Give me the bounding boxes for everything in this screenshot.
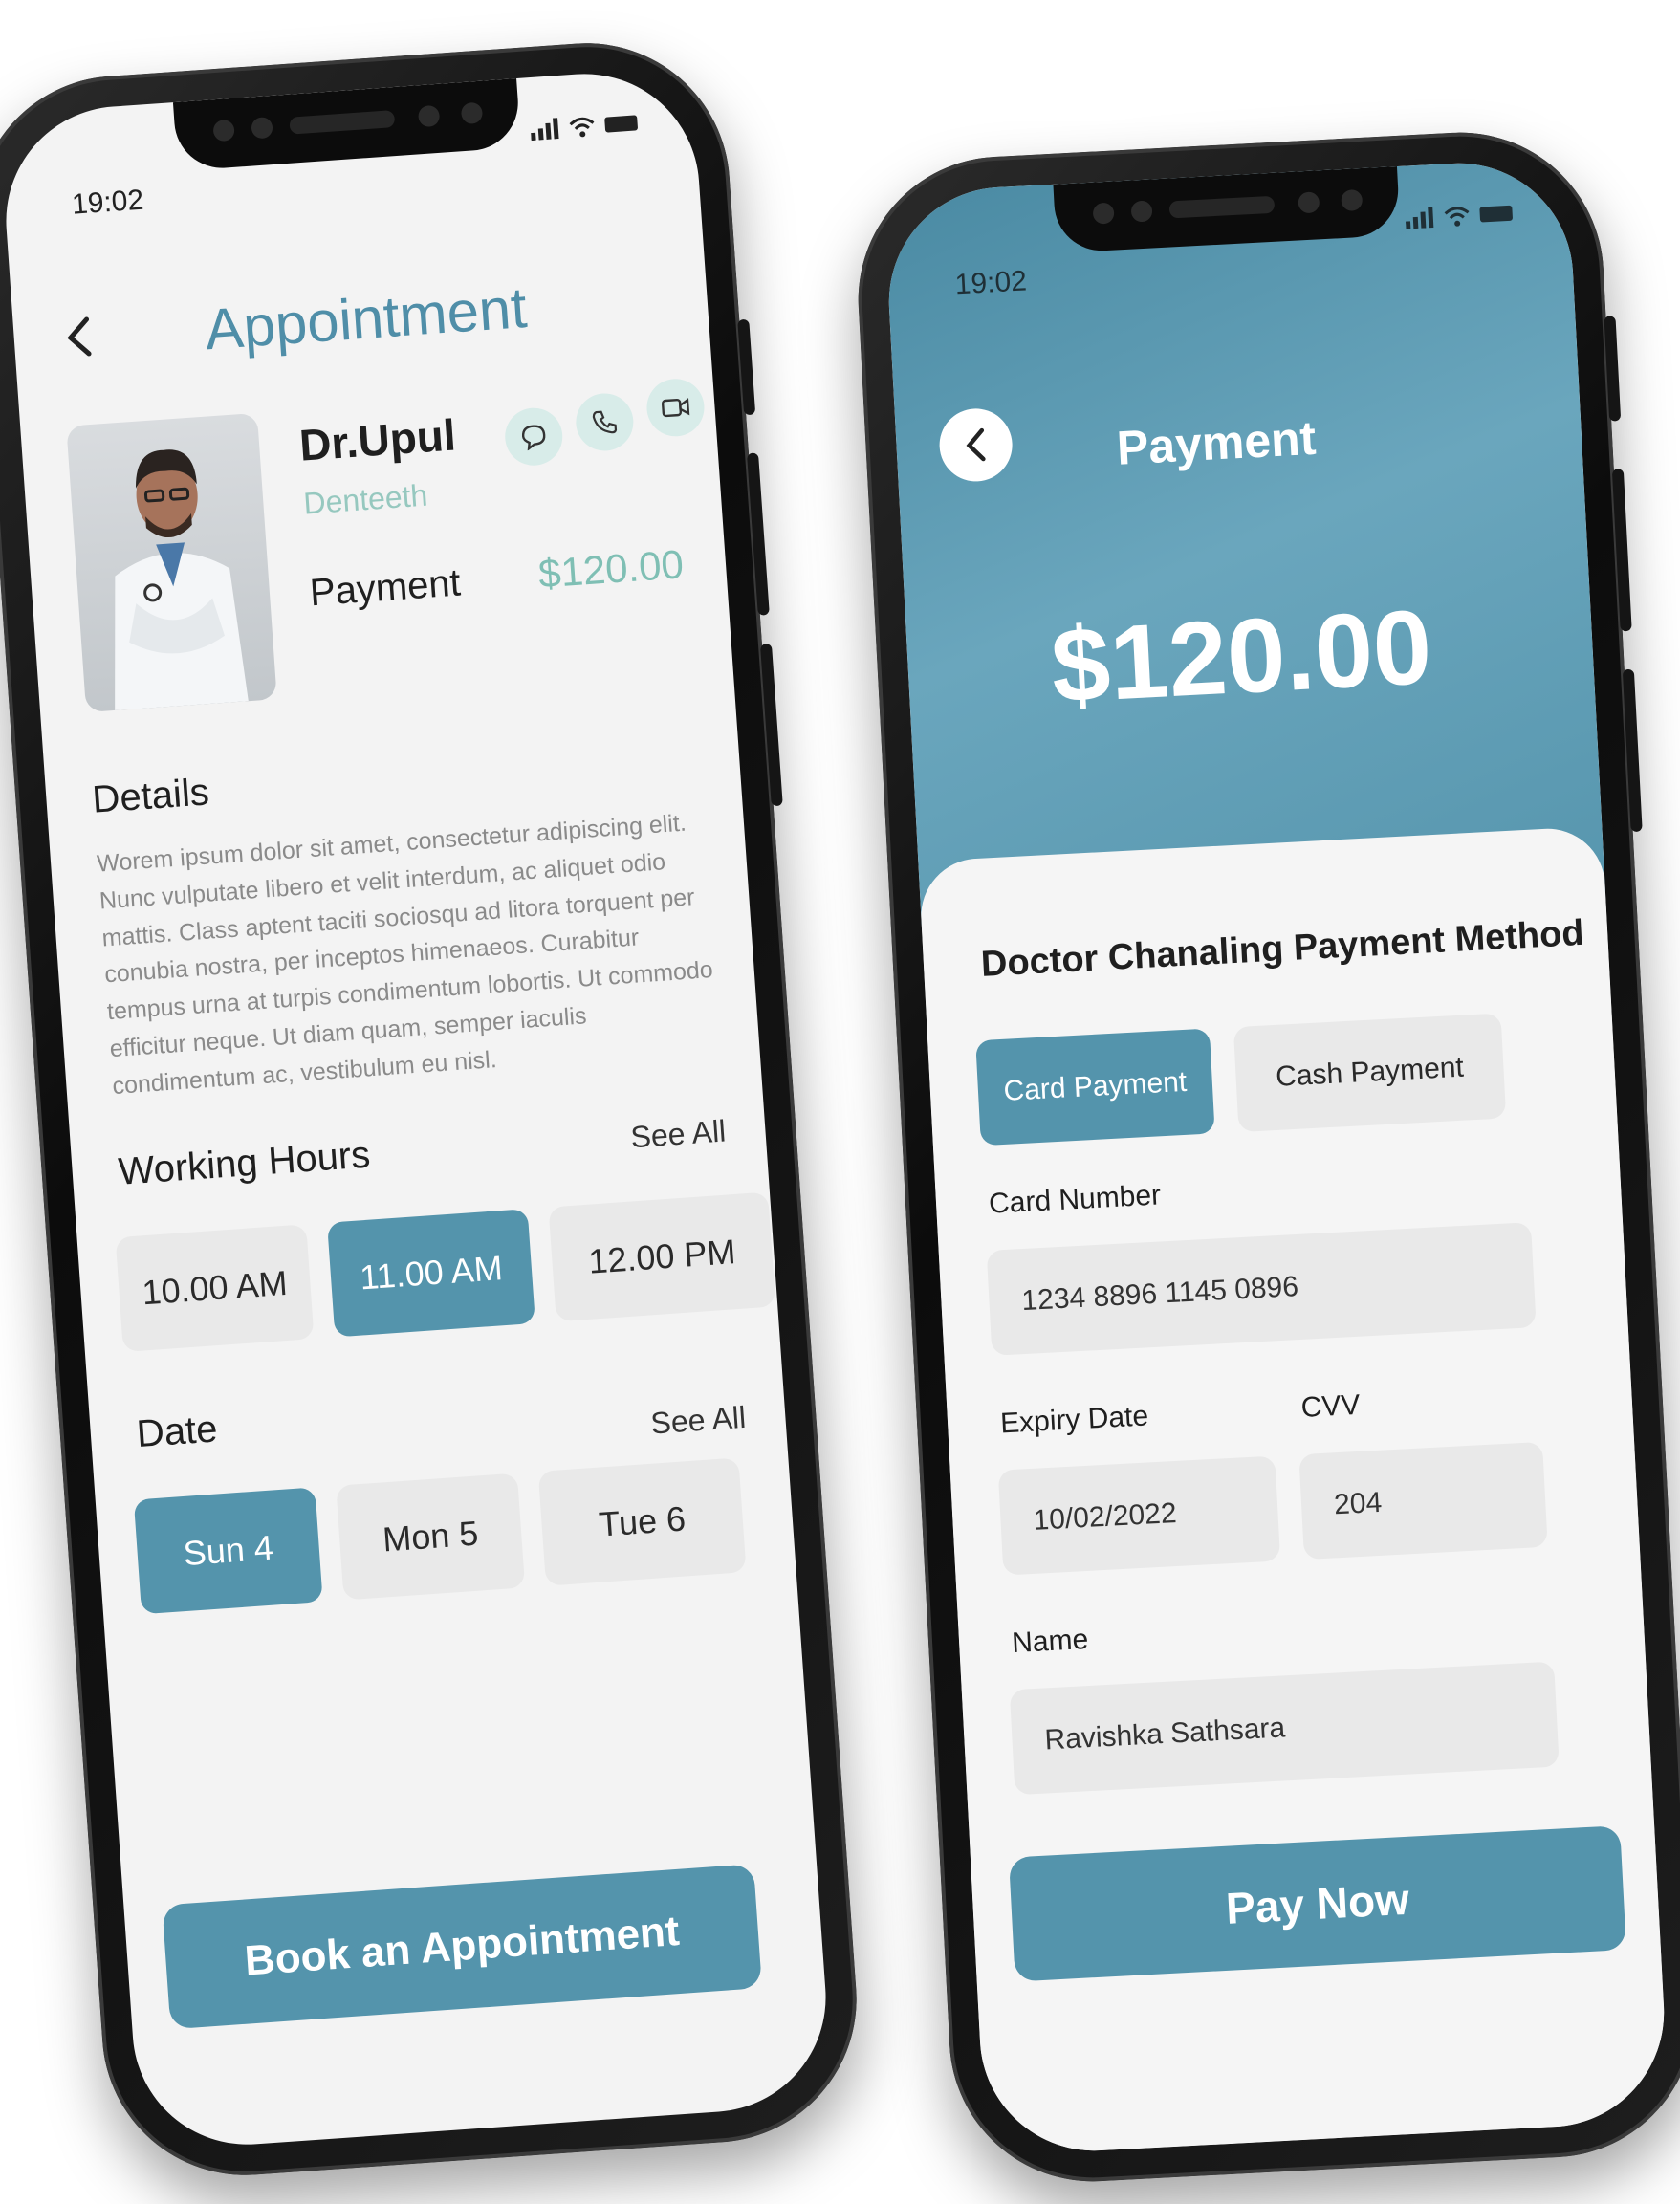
details-text: Worem ipsum dolor sit amet, consectetur … — [96, 809, 714, 1100]
status-time: 19:02 — [71, 184, 145, 221]
page-title: Payment — [1115, 410, 1318, 475]
signal-icon — [1405, 207, 1434, 229]
payment-phone: 19:02 Payment $120.00 Doctor Chanaling P… — [851, 125, 1680, 2189]
chat-icon — [521, 425, 546, 451]
earpiece-speaker — [289, 110, 396, 135]
appointment-screen: 19:02 Appointment Dr.Upul Denteeth Payme… — [0, 66, 834, 2152]
payment-total-amount: $120.00 — [1048, 587, 1435, 726]
card-payment-tab-selected[interactable]: Card Payment — [975, 1028, 1215, 1146]
chat-button[interactable] — [503, 405, 565, 468]
video-icon — [661, 398, 690, 418]
battery-icon — [1479, 205, 1514, 223]
pay-now-button[interactable]: Pay Now — [1008, 1825, 1626, 1982]
front-sensor — [251, 116, 273, 140]
front-camera — [1092, 202, 1115, 225]
card-number-input[interactable] — [986, 1222, 1537, 1356]
front-sensor — [460, 101, 484, 125]
payment-method-heading: Doctor Chanaling Payment Method — [979, 912, 1585, 985]
date-chip-sun-selected[interactable]: Sun 4 — [133, 1487, 323, 1615]
status-icons — [1405, 203, 1514, 229]
working-hours-heading: Working Hours — [117, 1133, 372, 1193]
front-sensor — [1298, 191, 1320, 214]
payment-amount: $120.00 — [536, 541, 686, 597]
phone-side-button — [759, 643, 783, 807]
phone-icon — [592, 410, 618, 434]
signal-icon — [531, 118, 559, 142]
wifi-icon — [569, 117, 595, 138]
payment-form-card: Doctor Chanaling Payment Method Card Pay… — [918, 825, 1670, 2157]
earpiece-speaker — [1168, 195, 1276, 219]
name-input[interactable] — [1009, 1661, 1560, 1796]
phone-side-button — [1604, 316, 1622, 422]
doctor-avatar — [66, 412, 277, 713]
cash-payment-tab[interactable]: Cash Payment — [1233, 1013, 1507, 1133]
book-appointment-button[interactable]: Book an Appointment — [162, 1864, 762, 2030]
doctor-specialty: Denteeth — [302, 477, 429, 521]
cvv-label: CVV — [1299, 1388, 1362, 1424]
expiry-date-label: Expiry Date — [999, 1400, 1149, 1440]
back-button[interactable] — [40, 298, 118, 376]
appointment-phone: 19:02 Appointment Dr.Upul Denteeth Payme… — [0, 33, 866, 2185]
date-chip-mon[interactable]: Mon 5 — [336, 1473, 526, 1601]
wifi-icon — [1444, 207, 1470, 227]
hour-chip-10am[interactable]: 10.00 AM — [115, 1224, 315, 1352]
payment-header: 19:02 Payment $120.00 — [883, 157, 1606, 929]
front-camera — [212, 119, 235, 142]
back-button[interactable] — [937, 406, 1015, 484]
hour-chip-12pm[interactable]: 12.00 PM — [548, 1191, 776, 1322]
chevron-left-icon — [966, 427, 986, 462]
battery-icon — [604, 115, 639, 133]
expiry-date-input[interactable] — [997, 1455, 1281, 1576]
date-see-all[interactable]: See All — [649, 1400, 747, 1442]
phone-side-button — [1622, 668, 1643, 833]
cvv-input[interactable] — [1298, 1441, 1548, 1560]
name-label: Name — [1011, 1624, 1090, 1660]
payment-label: Payment — [308, 561, 463, 615]
call-button[interactable] — [574, 391, 636, 453]
hour-chip-11am-selected[interactable]: 11.00 AM — [327, 1209, 535, 1338]
status-time: 19:02 — [953, 265, 1028, 301]
status-icons — [530, 112, 639, 142]
phone-side-button — [747, 452, 770, 616]
front-sensor — [1341, 188, 1364, 212]
payment-screen: 19:02 Payment $120.00 Doctor Chanaling P… — [883, 157, 1670, 2157]
doctor-name: Dr.Upul — [297, 409, 458, 470]
phone-side-button — [1611, 469, 1632, 632]
date-chip-tue[interactable]: Tue 6 — [537, 1457, 747, 1586]
chevron-left-icon — [67, 316, 92, 357]
doctor-portrait-icon — [115, 449, 249, 710]
phone-side-button — [737, 318, 756, 416]
details-heading: Details — [91, 771, 211, 821]
working-hours-see-all[interactable]: See All — [629, 1113, 727, 1155]
front-sensor — [417, 104, 441, 128]
page-title: Appointment — [203, 274, 530, 362]
date-heading: Date — [135, 1408, 219, 1456]
video-call-button[interactable] — [644, 377, 707, 439]
card-number-label: Card Number — [988, 1179, 1162, 1220]
front-sensor — [1130, 200, 1153, 223]
